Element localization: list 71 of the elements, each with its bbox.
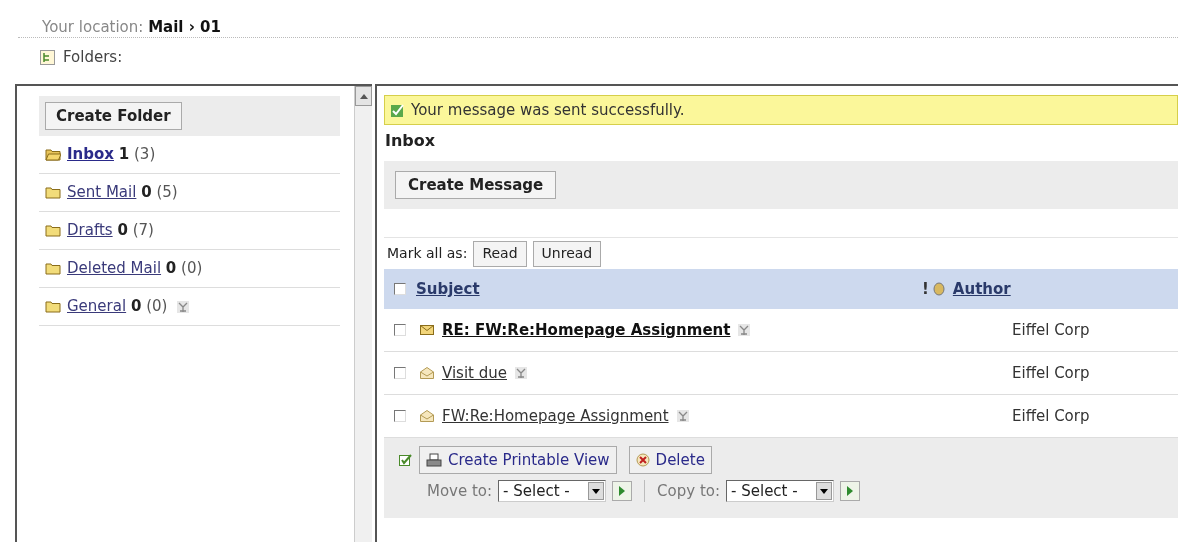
unread-count: 0 (141, 183, 152, 202)
subject-column-header[interactable]: Subject (416, 277, 922, 301)
printable-view-button[interactable]: Create Printable View (419, 446, 617, 474)
create-message-button[interactable]: Create Message (395, 171, 557, 199)
envelope-icon (420, 325, 434, 335)
folder-icon (45, 224, 61, 237)
copy-to-label: Copy to: (657, 481, 721, 502)
inbox-heading: Inbox (384, 130, 437, 151)
mark-button[interactable]: Read (473, 240, 527, 267)
subject-link[interactable]: Visit due (442, 361, 507, 385)
open-envelope-icon (420, 367, 434, 379)
author-cell-text: Eiffel Corp (1012, 319, 1091, 341)
filter-icon (738, 324, 751, 336)
total-count: (5) (156, 183, 178, 202)
mark-all-label: Mark all as: (387, 244, 468, 263)
priority-column-header: ! (922, 278, 929, 300)
author-cell-text: Eiffel Corp (1012, 362, 1091, 384)
subject-link[interactable]: RE: FW:Re:Homepage Assignment (442, 318, 731, 342)
select-dropdown[interactable]: - Select - (726, 480, 835, 503)
total-count: (0) (181, 259, 203, 278)
checkbox[interactable] (394, 324, 406, 336)
delete-icon (635, 453, 650, 467)
delete-button[interactable]: Delete (628, 446, 712, 474)
breadcrumb: Your location: Mail › 01 (42, 18, 221, 36)
checkbox[interactable] (394, 283, 406, 295)
folder-link[interactable]: Deleted Mail (67, 259, 162, 278)
go-button[interactable] (840, 481, 861, 502)
filter-icon (676, 410, 689, 422)
create-folder-button[interactable]: Create Folder (45, 102, 182, 130)
message-row[interactable]: Visit due Eiffel Corp (384, 352, 1178, 395)
folder-link[interactable]: General (67, 297, 127, 316)
total-count: (7) (132, 221, 154, 240)
unread-count: 0 (130, 297, 142, 316)
folder-item[interactable]: Deleted Mail 0 (0) (39, 250, 340, 288)
scroll-up-icon[interactable] (359, 93, 368, 99)
unread-count: 1 (118, 145, 130, 164)
folder-item[interactable]: General 0 (0) (39, 288, 340, 326)
checkbox[interactable] (394, 367, 406, 379)
total-count: (0) (146, 297, 168, 316)
printer-icon (426, 452, 442, 468)
folder-item[interactable]: Sent Mail 0 (5) (39, 174, 340, 212)
go-button[interactable] (612, 481, 633, 502)
folder-link[interactable]: Inbox (67, 145, 114, 164)
author-column-header[interactable]: Author (952, 277, 1011, 301)
unread-count: 0 (117, 221, 128, 240)
folder-icon (45, 262, 61, 275)
folder-icon (45, 186, 61, 199)
success-notice: Your message was sent successfully. (384, 95, 1178, 125)
select-dropdown[interactable]: - Select - (498, 480, 607, 503)
unread-count: 0 (165, 259, 177, 278)
move-to-label: Move to: (427, 481, 493, 502)
caret-icon (592, 488, 601, 494)
filter-icon (515, 367, 527, 379)
folder-icon (45, 300, 61, 313)
folder-link[interactable]: Sent Mail (67, 183, 137, 202)
open-folder-icon (45, 148, 61, 161)
total-count: (3) (134, 145, 156, 164)
mark-button[interactable]: Unread (532, 240, 602, 267)
open-envelope-icon (420, 410, 434, 422)
folder-tree-icon (40, 49, 55, 65)
checkbox[interactable] (394, 410, 406, 422)
subject-link[interactable]: FW:Re:Homepage Assignment (442, 404, 669, 428)
folder-item[interactable]: Drafts 0 (7) (39, 212, 340, 250)
check-icon (391, 103, 405, 117)
folder-link[interactable]: Drafts (67, 221, 113, 240)
select-all-icon[interactable] (399, 453, 413, 467)
message-row[interactable]: RE: FW:Re:Homepage Assignment Eiffel Corp (384, 309, 1178, 352)
folders-label: Folders: (63, 46, 123, 68)
caret-icon (820, 488, 829, 494)
author-cell-text: Eiffel Corp (1012, 405, 1091, 427)
filter-icon (177, 300, 190, 313)
